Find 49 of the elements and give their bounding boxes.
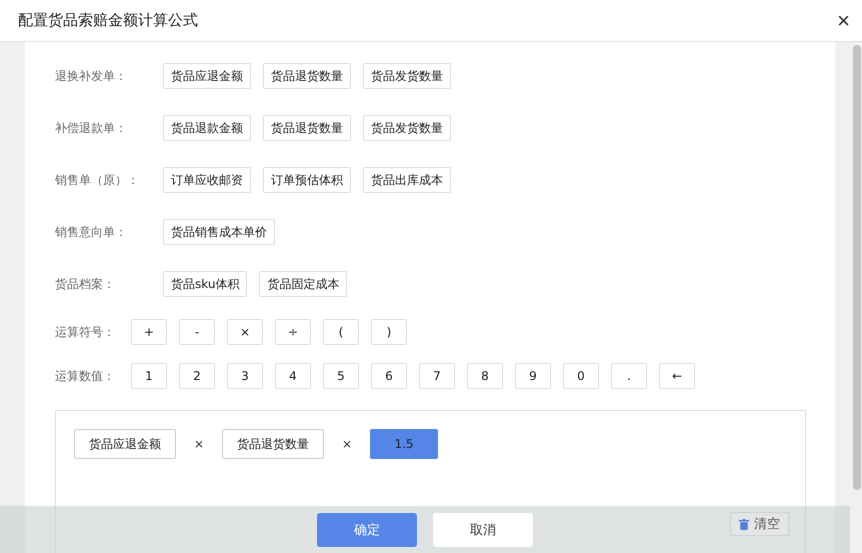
cancel-button[interactable]: 取消 <box>433 512 533 546</box>
formula-operator: × <box>340 436 354 453</box>
field-button[interactable]: 货品退款金额 <box>163 115 251 141</box>
operator-button[interactable]: + <box>131 319 167 345</box>
field-button[interactable]: 订单应收邮资 <box>163 167 251 193</box>
field-button[interactable]: 货品应退金额 <box>163 63 251 89</box>
field-button[interactable]: 订单预估体积 <box>263 167 351 193</box>
number-button[interactable]: 1 <box>131 363 167 389</box>
number-button[interactable]: ← <box>659 363 695 389</box>
trash-icon <box>739 518 749 530</box>
row-label: 销售单（原）： <box>55 172 140 188</box>
number-button[interactable]: 8 <box>467 363 503 389</box>
field-button[interactable]: 货品发货数量 <box>363 63 451 89</box>
number-button[interactable]: 6 <box>371 363 407 389</box>
field-button[interactable]: 货品销售成本单价 <box>163 219 275 245</box>
row-label: 运算符号： <box>55 324 116 340</box>
operator-button[interactable]: × <box>227 319 263 345</box>
row-label: 销售意向单： <box>55 224 128 240</box>
number-button[interactable]: 5 <box>323 363 359 389</box>
number-button[interactable]: 2 <box>179 363 215 389</box>
field-button[interactable]: 货品退货数量 <box>263 63 351 89</box>
dialog-title: 配置货品索赔金额计算公式 <box>18 11 198 30</box>
number-button[interactable]: 9 <box>515 363 551 389</box>
field-button[interactable]: 货品发货数量 <box>363 115 451 141</box>
number-button[interactable]: . <box>611 363 647 389</box>
field-button[interactable]: 货品退货数量 <box>263 115 351 141</box>
field-button[interactable]: 货品sku体积 <box>163 271 248 297</box>
number-button[interactable]: 3 <box>227 363 263 389</box>
operator-button[interactable]: ( <box>323 319 359 345</box>
field-button[interactable]: 货品固定成本 <box>259 271 348 297</box>
number-button[interactable]: 4 <box>275 363 311 389</box>
operator-button[interactable]: ) <box>371 319 407 345</box>
field-button[interactable]: 货品出库成本 <box>363 167 451 193</box>
clear-button[interactable]: 清空 <box>730 512 789 536</box>
row-label: 补偿退款单： <box>55 120 128 136</box>
scrollbar-thumb[interactable] <box>853 45 861 490</box>
close-button[interactable]: × <box>833 8 854 34</box>
row-label: 运算数值： <box>55 368 116 384</box>
operator-button[interactable]: ÷ <box>275 319 311 345</box>
row-label: 退换补发单： <box>55 68 128 84</box>
formula-token: 货品应退金额 <box>74 429 176 459</box>
number-button[interactable]: 7 <box>419 363 455 389</box>
formula-operator: × <box>192 436 206 453</box>
confirm-button[interactable]: 确定 <box>317 512 417 546</box>
formula-token: 货品退货数量 <box>222 429 324 459</box>
row-label: 货品档案： <box>55 276 116 292</box>
operator-button[interactable]: - <box>179 319 215 345</box>
number-button[interactable]: 0 <box>563 363 599 389</box>
formula-number: 1.5 <box>370 429 438 459</box>
